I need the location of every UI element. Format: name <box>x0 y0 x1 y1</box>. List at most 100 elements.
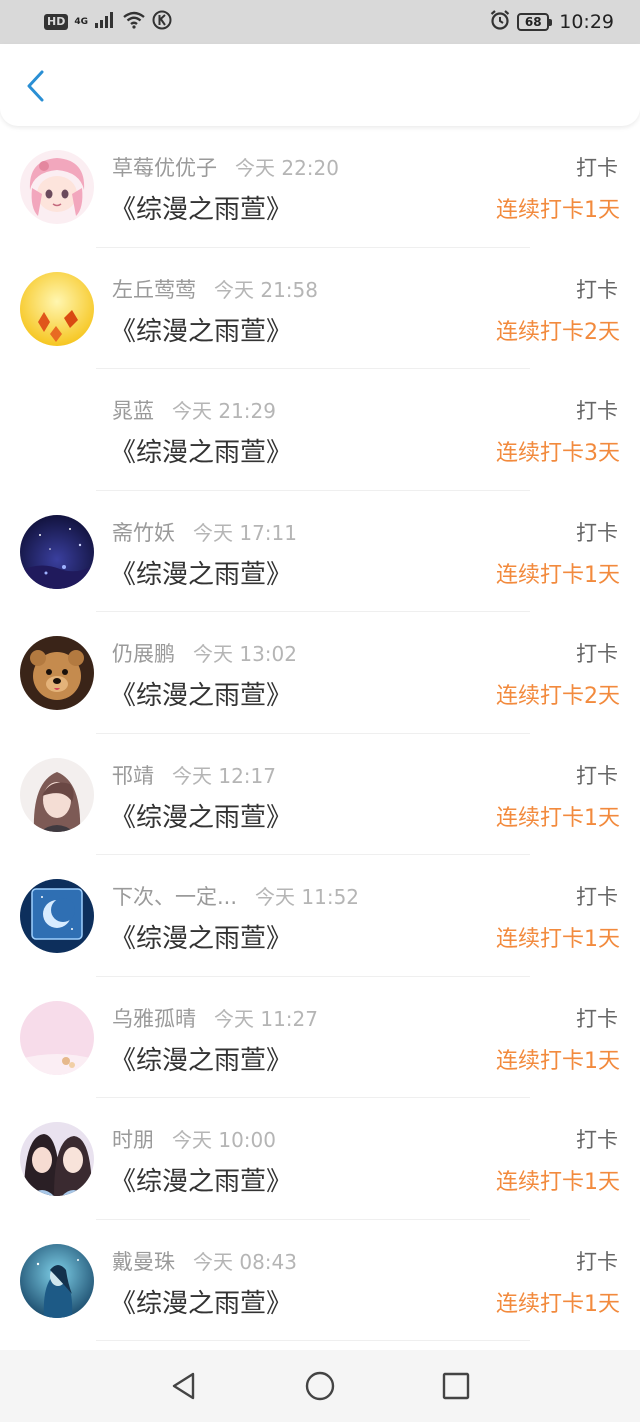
signal-icon <box>94 11 116 33</box>
book-title[interactable]: 《综漫之雨萱》 <box>110 554 292 591</box>
avatar[interactable] <box>20 393 94 467</box>
action-label: 打卡 <box>576 277 618 302</box>
streak-label: 连续打卡1天 <box>496 805 620 831</box>
timestamp: 今天 08:43 <box>193 1249 297 1274</box>
username[interactable]: 仍展鹏 <box>112 638 175 668</box>
action-label: 打卡 <box>576 520 618 545</box>
avatar[interactable] <box>20 150 94 224</box>
username[interactable]: 左丘莺莺 <box>112 274 196 304</box>
avatar[interactable] <box>20 271 94 346</box>
action-label: 打卡 <box>576 885 618 909</box>
streak-label: 连续打卡1天 <box>496 1170 620 1195</box>
action-label: 打卡 <box>576 763 618 788</box>
alarm-icon <box>489 9 511 35</box>
streak-label: 连续打卡1天 <box>496 198 620 223</box>
checkin-list: 草莓优优子 今天 22:20 《综漫之雨萱》 打卡 连续打卡1天 左丘莺莺 今天… <box>0 126 640 1341</box>
avatar[interactable] <box>20 1243 94 1318</box>
meta-line: 下次、一定... 今天 11:52 <box>112 881 359 911</box>
meta-line: 左丘莺莺 今天 21:58 <box>112 274 318 304</box>
avatar[interactable] <box>20 1122 94 1196</box>
action-label: 打卡 <box>576 642 618 666</box>
meta-line: 戴曼珠 今天 08:43 <box>112 1246 297 1276</box>
status-left: HD 4G <box>44 10 172 34</box>
nav-home-button[interactable] <box>252 1350 388 1422</box>
meta-line: 斋竹妖 今天 17:11 <box>112 517 297 547</box>
status-time: 10:29 <box>559 11 614 33</box>
header <box>0 44 640 126</box>
book-title[interactable]: 《综漫之雨萱》 <box>110 1040 292 1077</box>
book-title[interactable]: 《综漫之雨萱》 <box>110 675 292 712</box>
timestamp: 今天 10:00 <box>172 1128 276 1152</box>
streak-label: 连续打卡1天 <box>496 927 620 952</box>
back-button[interactable] <box>18 68 54 104</box>
username[interactable]: 晁蓝 <box>112 395 154 425</box>
list-item[interactable]: 时朋 今天 10:00 《综漫之雨萱》 打卡 连续打卡1天 <box>0 1098 640 1220</box>
meta-line: 仍展鹏 今天 13:02 <box>112 638 297 668</box>
timestamp: 今天 11:27 <box>214 1006 318 1031</box>
username[interactable]: 草莓优优子 <box>112 152 217 182</box>
list-item[interactable]: 邗靖 今天 12:17 《综漫之雨萱》 打卡 连续打卡1天 <box>0 734 640 856</box>
book-title[interactable]: 《综漫之雨萱》 <box>110 1161 292 1198</box>
timestamp: 今天 21:29 <box>172 399 276 423</box>
list-item[interactable]: 乌雅孤晴 今天 11:27 《综漫之雨萱》 打卡 连续打卡1天 <box>0 977 640 1099</box>
avatar[interactable] <box>20 757 94 832</box>
avatar[interactable] <box>20 879 94 953</box>
wifi-icon <box>122 11 146 33</box>
screen: HD 4G 68 10:29 草莓优优子 今天 22:20 《综漫之雨萱》 打卡… <box>0 0 640 1422</box>
system-nav-bar <box>0 1350 640 1422</box>
home-circle-icon <box>305 1371 335 1401</box>
list-item[interactable]: 晁蓝 今天 21:29 《综漫之雨萱》 打卡 连续打卡3天 <box>0 369 640 491</box>
meta-line: 晁蓝 今天 21:29 <box>112 395 276 425</box>
timestamp: 今天 21:58 <box>214 277 318 302</box>
action-label: 打卡 <box>576 399 618 423</box>
streak-label: 连续打卡2天 <box>496 684 620 709</box>
k-app-icon <box>152 10 172 34</box>
hd-badge: HD <box>44 14 69 30</box>
timestamp: 今天 13:02 <box>193 642 297 666</box>
list-item[interactable]: 左丘莺莺 今天 21:58 《综漫之雨萱》 打卡 连续打卡2天 <box>0 248 640 370</box>
book-title[interactable]: 《综漫之雨萱》 <box>110 189 292 226</box>
action-label: 打卡 <box>576 1006 618 1031</box>
timestamp: 今天 22:20 <box>235 156 339 180</box>
recents-square-icon <box>442 1372 470 1400</box>
network-type: 4G <box>74 17 88 27</box>
action-label: 打卡 <box>576 156 618 180</box>
book-title[interactable]: 《综漫之雨萱》 <box>110 311 292 348</box>
streak-label: 连续打卡1天 <box>496 562 620 588</box>
username[interactable]: 下次、一定... <box>112 881 237 911</box>
meta-line: 乌雅孤晴 今天 11:27 <box>112 1003 318 1033</box>
meta-line: 时朋 今天 10:00 <box>112 1124 276 1154</box>
list-item[interactable]: 斋竹妖 今天 17:11 《综漫之雨萱》 打卡 连续打卡1天 <box>0 491 640 613</box>
book-title[interactable]: 《综漫之雨萱》 <box>110 797 292 834</box>
book-title[interactable]: 《综漫之雨萱》 <box>110 1283 292 1320</box>
book-title[interactable]: 《综漫之雨萱》 <box>110 918 292 955</box>
timestamp: 今天 11:52 <box>255 885 360 909</box>
avatar[interactable] <box>20 636 94 710</box>
meta-line: 草莓优优子 今天 22:20 <box>112 152 339 182</box>
book-title[interactable]: 《综漫之雨萱》 <box>110 432 292 469</box>
username[interactable]: 时朋 <box>112 1124 154 1154</box>
username[interactable]: 戴曼珠 <box>112 1246 175 1276</box>
streak-label: 连续打卡2天 <box>496 319 620 345</box>
status-right: 68 10:29 <box>489 9 614 35</box>
action-label: 打卡 <box>576 1128 618 1152</box>
username[interactable]: 斋竹妖 <box>112 517 175 547</box>
username[interactable]: 乌雅孤晴 <box>112 1003 196 1033</box>
battery-icon: 68 <box>517 13 553 31</box>
nav-recents-button[interactable] <box>388 1350 524 1422</box>
list-item[interactable]: 戴曼珠 今天 08:43 《综漫之雨萱》 打卡 连续打卡1天 <box>0 1220 640 1342</box>
avatar[interactable] <box>20 514 94 589</box>
list-item[interactable]: 仍展鹏 今天 13:02 《综漫之雨萱》 打卡 连续打卡2天 <box>0 612 640 734</box>
timestamp: 今天 12:17 <box>172 763 276 788</box>
username[interactable]: 邗靖 <box>112 760 154 790</box>
chevron-left-icon <box>27 70 44 102</box>
streak-label: 连续打卡3天 <box>496 441 620 466</box>
list-item[interactable]: 草莓优优子 今天 22:20 《综漫之雨萱》 打卡 连续打卡1天 <box>0 126 640 248</box>
action-label: 打卡 <box>576 1249 618 1274</box>
list-item[interactable]: 下次、一定... 今天 11:52 《综漫之雨萱》 打卡 连续打卡1天 <box>0 855 640 977</box>
avatar[interactable] <box>20 1000 94 1075</box>
nav-back-button[interactable] <box>116 1350 252 1422</box>
timestamp: 今天 17:11 <box>193 520 297 545</box>
meta-line: 邗靖 今天 12:17 <box>112 760 276 790</box>
status-bar: HD 4G 68 10:29 <box>0 0 640 44</box>
